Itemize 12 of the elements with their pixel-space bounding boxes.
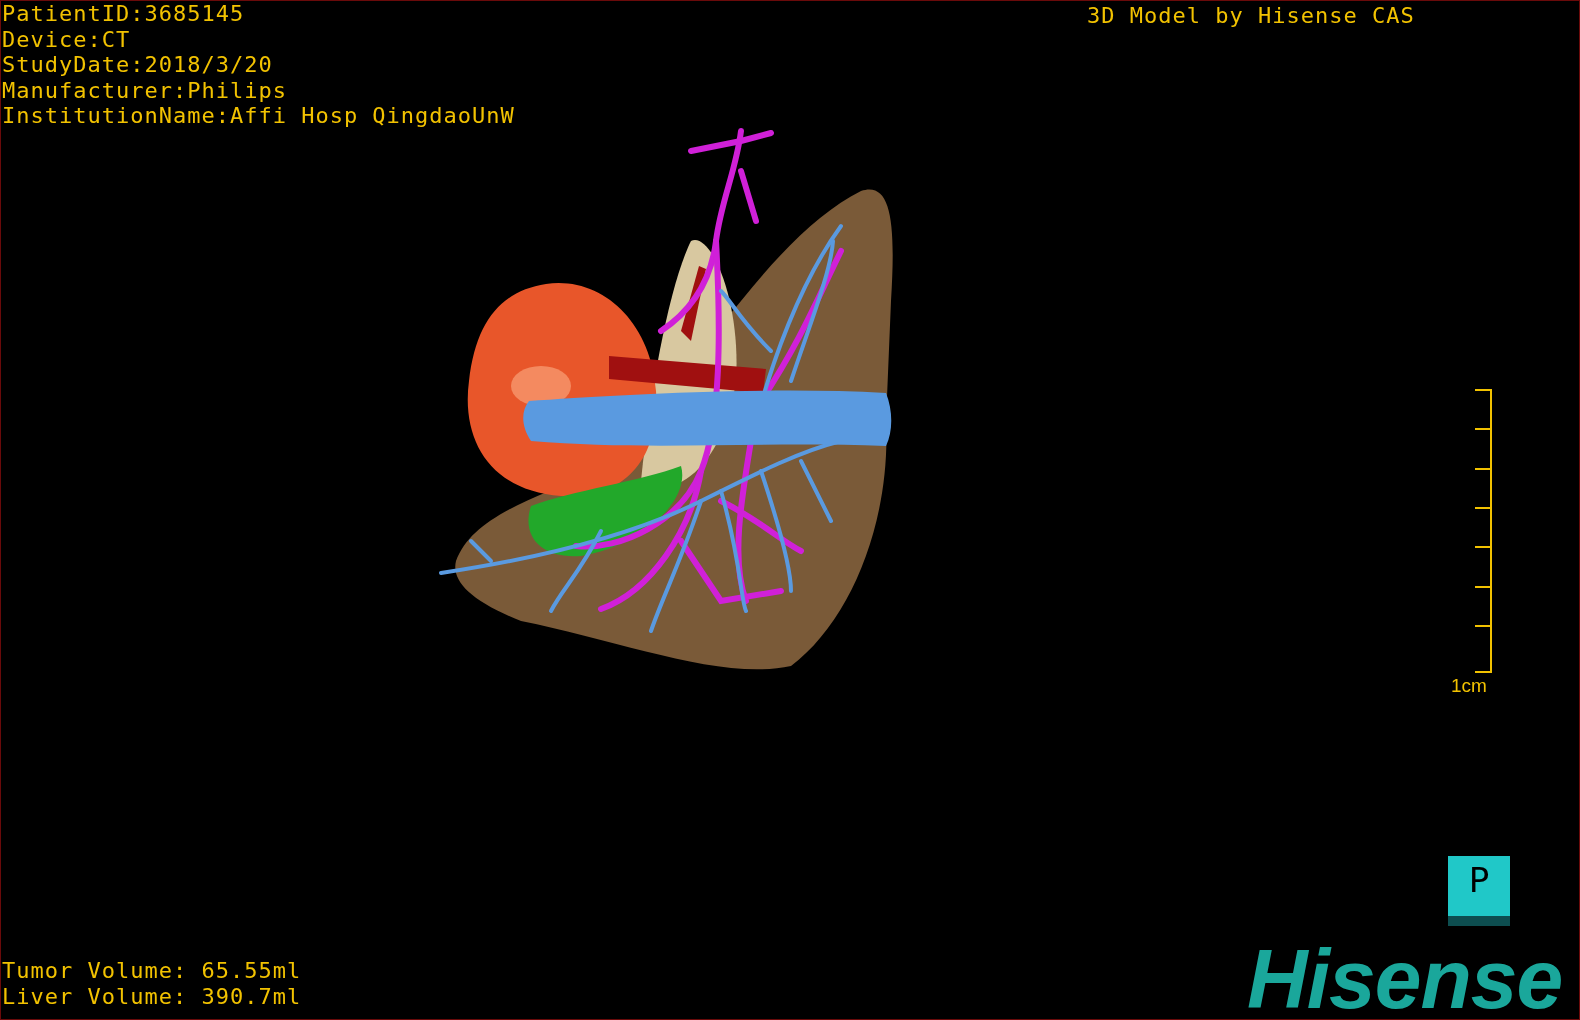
patient-info-text: StudyDate:2018/3/20 [2,52,274,78]
patient-info-text: InstitutionName:Affi Hosp QingdaoUnW [2,103,515,129]
volume-readout: Tumor Volume: 65.55ml [2,958,302,984]
scale-bar-label: 1cm [1451,675,1487,697]
patient-info-text: PatientID:3685145 [2,1,246,27]
viewer-title: 3D Model by Hisense CAS [1087,3,1415,29]
orientation-cube[interactable]: P [1448,856,1510,926]
orientation-cube-label: P [1468,862,1490,902]
brand-logo: Hisense [1247,939,1563,1019]
patient-info-text: Device:CT [2,26,132,52]
volume-readout: Liver Volume: 390.7ml [2,983,302,1009]
patient-info-text: Manufacturer:Philips [2,77,288,103]
